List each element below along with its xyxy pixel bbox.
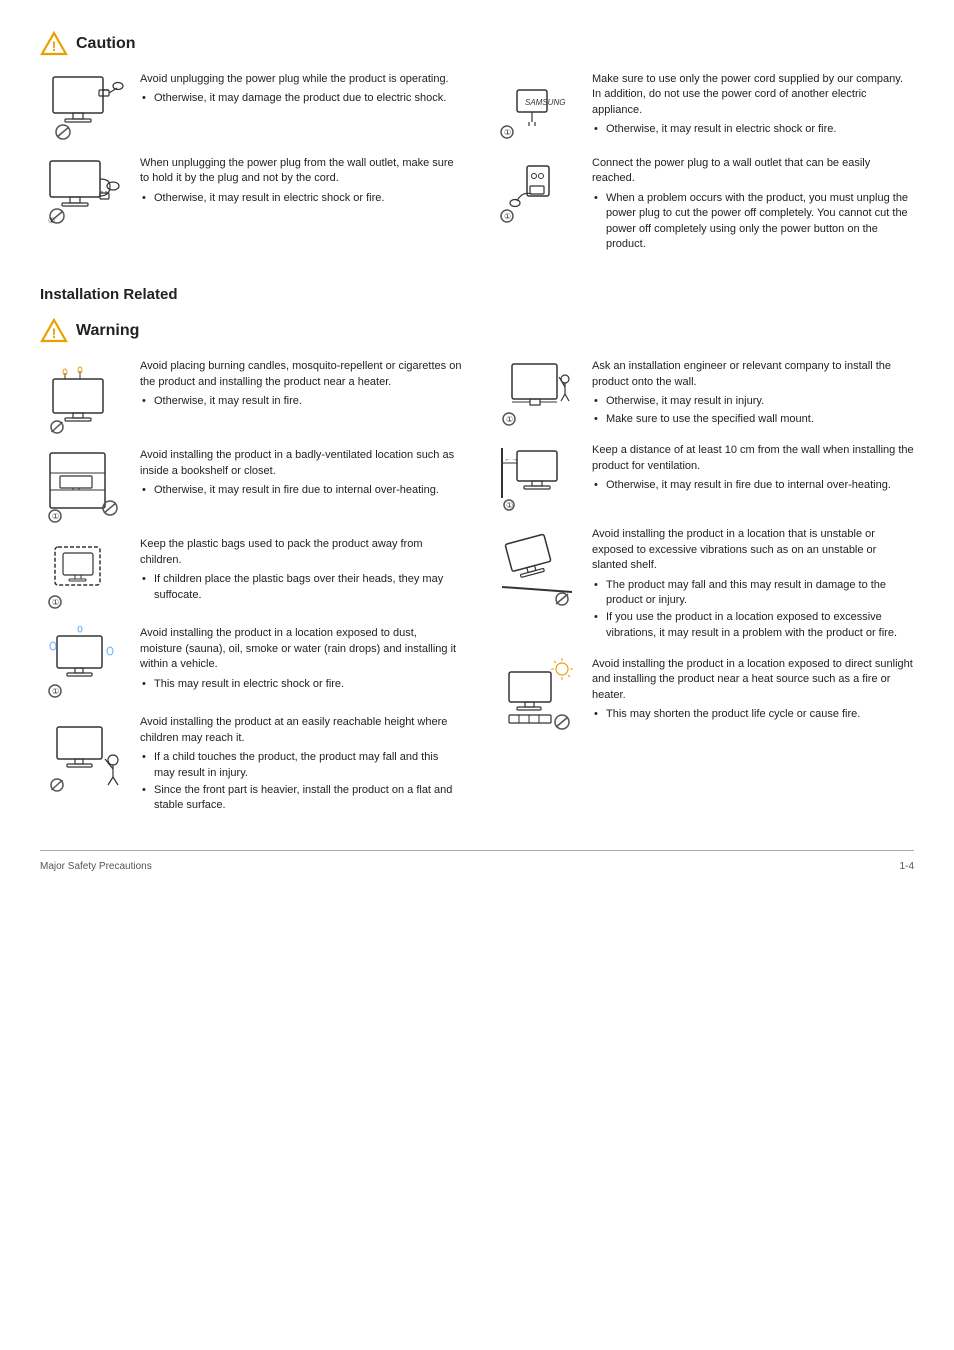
svg-text:①: ① xyxy=(52,598,59,607)
footer: Major Safety Precautions 1-4 xyxy=(40,861,914,872)
svg-text:①: ① xyxy=(52,512,59,521)
warning-illus-1 xyxy=(45,359,125,434)
svg-text:①: ① xyxy=(52,687,59,696)
warning-img-7 xyxy=(40,715,130,795)
caution-left-col: Avoid unplugging the power plug while th… xyxy=(40,72,462,268)
warning-img-6: ① xyxy=(40,626,130,701)
footer-divider xyxy=(40,850,914,851)
svg-text:①: ① xyxy=(506,501,513,510)
svg-text:①: ① xyxy=(504,212,511,221)
warning-illus-7 xyxy=(45,715,125,795)
warning-entry-1: Avoid placing burning candles, mosquito-… xyxy=(40,359,462,434)
warning-img-1 xyxy=(40,359,130,434)
caution-illus-1 xyxy=(45,72,125,142)
warning-entry-7: Avoid installing the product at an easil… xyxy=(40,715,462,815)
caution-section: ! Caution xyxy=(40,30,914,268)
warning-icon: ! xyxy=(40,317,68,345)
svg-text:←→: ←→ xyxy=(504,456,518,463)
warning-illus-6: ① xyxy=(45,626,125,701)
caution-text-1: Avoid unplugging the power plug while th… xyxy=(140,72,462,109)
caution-illus-4: ① xyxy=(497,156,577,226)
svg-text:SAMSUNG: SAMSUNG xyxy=(525,98,565,107)
caution-title: Caution xyxy=(76,35,136,53)
warning-entry-3: ① Keep the plastic bags used to pack the… xyxy=(40,537,462,612)
warning-text-4b: Keep a distance of at least 10 cm from t… xyxy=(592,443,914,495)
warning-entry-5: Avoid installing the product in a locati… xyxy=(492,527,914,643)
svg-text:①: ① xyxy=(506,415,513,424)
caution-illus-2: SAMSUNG ① xyxy=(497,72,577,142)
caution-img-4: ① xyxy=(492,156,582,226)
warning-text-1: Avoid placing burning candles, mosquito-… xyxy=(140,359,462,411)
caution-icon: ! xyxy=(40,30,68,58)
warning-entry-4: ① Ask an installation engineer or releva… xyxy=(492,359,914,429)
warning-illus-4b: ←→ ① xyxy=(497,443,577,513)
caution-entry-4: ① Connect the power plug to a wall outle… xyxy=(492,156,914,254)
warning-text-2: Avoid installing the product in a badly-… xyxy=(140,448,462,500)
caution-img-3: ① xyxy=(40,156,130,226)
caution-text-4: Connect the power plug to a wall outlet … xyxy=(592,156,914,254)
caution-img-1 xyxy=(40,72,130,142)
warning-img-4: ① xyxy=(492,359,582,429)
caution-text-2: Make sure to use only the power cord sup… xyxy=(592,72,914,140)
warning-text-5: Avoid installing the product in a locati… xyxy=(592,527,914,643)
warning-entries: Avoid placing burning candles, mosquito-… xyxy=(40,359,914,829)
caution-header: ! Caution xyxy=(40,30,914,58)
svg-text:!: ! xyxy=(52,38,57,54)
caution-entries: Avoid unplugging the power plug while th… xyxy=(40,72,914,268)
warning-illus-8 xyxy=(497,657,577,737)
warning-text-6: Avoid installing the product in a locati… xyxy=(140,626,462,694)
caution-entry-1: Avoid unplugging the power plug while th… xyxy=(40,72,462,142)
warning-entry-2: ① Avoid installing the product in a badl… xyxy=(40,448,462,523)
svg-text:①: ① xyxy=(48,216,55,225)
footer-left: Major Safety Precautions xyxy=(40,861,152,872)
warning-img-2: ① xyxy=(40,448,130,523)
caution-entry-2: SAMSUNG ① Make sure to use only the powe… xyxy=(492,72,914,142)
warning-left-col: Avoid placing burning candles, mosquito-… xyxy=(40,359,462,829)
caution-img-2: SAMSUNG ① xyxy=(492,72,582,142)
warning-text-4: Ask an installation engineer or relevant… xyxy=(592,359,914,429)
warning-entry-4b: ←→ ① Keep a distance of at least 10 cm f… xyxy=(492,443,914,513)
caution-right-col: SAMSUNG ① Make sure to use only the powe… xyxy=(492,72,914,268)
footer-right: 1-4 xyxy=(900,861,914,872)
warning-illus-5 xyxy=(497,527,577,607)
warning-title: Warning xyxy=(76,322,139,340)
warning-img-3: ① xyxy=(40,537,130,612)
warning-img-5 xyxy=(492,527,582,607)
warning-header: ! Warning xyxy=(40,317,914,345)
caution-text-3: When unplugging the power plug from the … xyxy=(140,156,462,208)
warning-text-3: Keep the plastic bags used to pack the p… xyxy=(140,537,462,605)
warning-img-8 xyxy=(492,657,582,737)
warning-entry-8: Avoid installing the product in a locati… xyxy=(492,657,914,737)
warning-img-4b: ←→ ① xyxy=(492,443,582,513)
warning-illus-2: ① xyxy=(45,448,125,523)
svg-text:!: ! xyxy=(52,325,57,341)
caution-illus-3: ① xyxy=(45,156,125,226)
warning-entry-6: ① Avoid installing the product in a loca… xyxy=(40,626,462,701)
warning-illus-3: ① xyxy=(45,537,125,612)
warning-illus-4: ① xyxy=(497,359,577,429)
svg-text:①: ① xyxy=(504,128,511,137)
installation-section: Installation Related ! Warning xyxy=(40,286,914,829)
warning-right-col: ① Ask an installation engineer or releva… xyxy=(492,359,914,829)
warning-text-8: Avoid installing the product in a locati… xyxy=(592,657,914,725)
caution-entry-3: ① When unplugging the power plug from th… xyxy=(40,156,462,226)
warning-text-7: Avoid installing the product at an easil… xyxy=(140,715,462,815)
installation-title: Installation Related xyxy=(40,286,914,303)
